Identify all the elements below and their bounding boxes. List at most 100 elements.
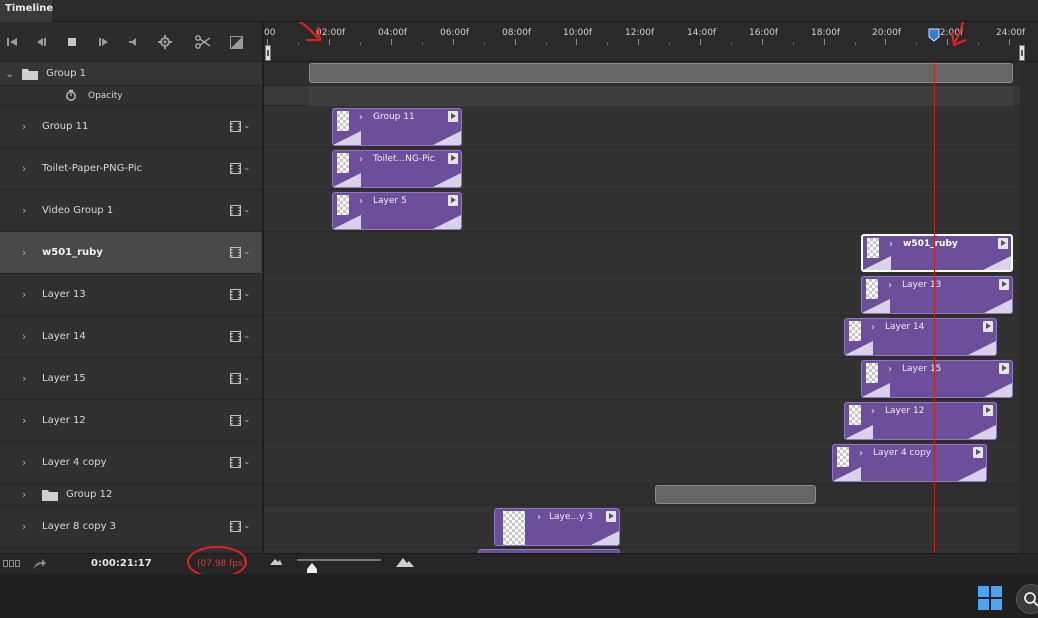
film-strip-icon[interactable] (230, 163, 241, 174)
video-clip[interactable]: › Laye...y 3 (494, 508, 620, 546)
chevron-right-icon[interactable]: › (859, 448, 863, 459)
play-triangle-icon[interactable] (983, 405, 993, 416)
play-triangle-icon[interactable] (448, 153, 458, 164)
fade-in-handle[interactable] (833, 467, 861, 481)
play-triangle-icon[interactable] (999, 363, 1009, 374)
fade-out-handle[interactable] (433, 173, 461, 187)
video-clip[interactable]: › Layer 4 copy (832, 444, 987, 482)
chevron-right-icon[interactable]: › (22, 204, 26, 217)
tab-timeline[interactable]: Timeline (0, 0, 53, 22)
go-to-first-frame-icon[interactable] (4, 34, 20, 50)
chevron-down-icon[interactable]: ⌄ (243, 415, 251, 425)
chevron-right-icon[interactable]: › (359, 196, 363, 207)
vertical-scrollbar[interactable] (1020, 62, 1038, 553)
film-strip-icon[interactable] (230, 415, 241, 426)
settings-gear-icon[interactable] (157, 34, 173, 50)
video-clip[interactable]: › Layer 13 (861, 276, 1013, 314)
film-strip-icon[interactable] (230, 121, 241, 132)
stopwatch-icon[interactable] (65, 89, 77, 104)
chevron-down-icon[interactable]: ⌄ (243, 373, 251, 383)
chevron-right-icon[interactable]: › (359, 154, 363, 165)
fade-in-handle[interactable] (333, 215, 361, 229)
fade-in-handle[interactable] (333, 173, 361, 187)
chevron-right-icon[interactable]: › (537, 512, 541, 523)
film-strip-icon[interactable] (230, 457, 241, 468)
zoom-out-mountain-icon[interactable] (270, 557, 282, 568)
play-triangle-icon[interactable] (448, 195, 458, 206)
film-strip-icon[interactable] (230, 289, 241, 300)
fade-in-handle[interactable] (333, 131, 361, 145)
video-clip[interactable]: › Layer 12 (844, 402, 997, 440)
fade-in-handle[interactable] (863, 256, 891, 270)
fade-in-handle[interactable] (845, 341, 873, 355)
time-ruler[interactable]: 00 02:00f 04:00f 06:00f 08:00f 10:00f 12… (264, 22, 1038, 62)
layer-row[interactable]: › Layer 8 copy 3 ⌄ (0, 506, 262, 548)
film-strip-icon[interactable] (230, 247, 241, 258)
group-1-bar[interactable] (309, 63, 1013, 83)
chevron-right-icon[interactable]: › (359, 112, 363, 123)
track-area[interactable]: › Group 11 › Toilet...NG-Pic › Layer 5 ›… (264, 62, 1020, 553)
play-triangle-icon[interactable] (448, 111, 458, 122)
layer-row-group-12[interactable]: › Group 12 (0, 484, 262, 506)
video-clip[interactable]: › Toilet...NG-Pic (332, 150, 462, 188)
chevron-down-icon[interactable]: ⌄ (243, 163, 251, 173)
chevron-right-icon[interactable]: › (871, 406, 875, 417)
chevron-right-icon[interactable]: › (22, 330, 26, 343)
chevron-right-icon[interactable]: › (22, 288, 26, 301)
chevron-down-icon[interactable]: ⌄ (243, 121, 251, 131)
property-row-opacity[interactable]: Opacity (0, 86, 262, 106)
layer-row[interactable]: › Layer 15 ⌄ (0, 358, 262, 400)
fade-in-handle[interactable] (862, 299, 890, 313)
chevron-right-icon[interactable]: › (22, 520, 26, 533)
video-clip[interactable]: › Group 11 (332, 108, 462, 146)
work-area-bar[interactable] (265, 45, 1025, 61)
next-frame-icon[interactable] (96, 34, 112, 50)
work-area-end-handle[interactable] (1019, 45, 1025, 61)
fade-in-handle[interactable] (862, 383, 890, 397)
chevron-right-icon[interactable]: › (22, 372, 26, 385)
film-strip-icon[interactable] (230, 205, 241, 216)
chevron-right-icon[interactable]: › (22, 414, 26, 427)
chevron-right-icon[interactable]: › (871, 322, 875, 333)
fade-out-handle[interactable] (983, 256, 1011, 270)
video-clip[interactable]: › Layer 15 (861, 360, 1013, 398)
layer-row[interactable]: › Toilet-Paper-PNG-Pic ⌄ (0, 148, 262, 190)
zoom-slider-track[interactable] (297, 559, 381, 561)
chevron-down-icon[interactable]: ⌄ (243, 205, 251, 215)
audio-speaker-icon[interactable] (125, 34, 141, 50)
chevron-down-icon[interactable]: ⌄ (243, 289, 251, 299)
split-at-playhead-scissors-icon[interactable] (195, 34, 211, 50)
taskbar-search-icon[interactable] (1016, 584, 1038, 614)
layer-row[interactable]: › Group 11 ⌄ (0, 106, 262, 148)
fade-out-handle[interactable] (958, 467, 986, 481)
layer-row[interactable]: › Layer 13 ⌄ (0, 274, 262, 316)
play-triangle-icon[interactable] (973, 447, 983, 458)
fade-out-handle[interactable] (433, 131, 461, 145)
stop-icon[interactable] (64, 34, 80, 50)
chevron-right-icon[interactable]: › (22, 246, 26, 259)
layer-row-selected[interactable]: › w501_ruby ⌄ (0, 232, 262, 274)
chevron-down-icon[interactable]: ⌄ (243, 247, 251, 257)
work-area-start-handle[interactable] (265, 45, 271, 61)
chevron-down-icon[interactable]: ⌄ (243, 457, 251, 467)
fade-out-handle[interactable] (984, 383, 1012, 397)
video-clip-selected[interactable]: › w501_ruby (861, 234, 1013, 272)
play-triangle-icon[interactable] (999, 279, 1009, 290)
fade-out-handle[interactable] (433, 215, 461, 229)
layer-row[interactable]: › Layer 14 ⌄ (0, 316, 262, 358)
chevron-right-icon[interactable]: › (22, 162, 26, 175)
chevron-right-icon[interactable]: › (888, 280, 892, 291)
film-strip-icon[interactable] (230, 521, 241, 532)
current-timecode[interactable]: 0:00:21:17 (91, 558, 152, 569)
fade-out-handle[interactable] (591, 531, 619, 545)
chevron-right-icon[interactable]: › (22, 456, 26, 469)
chevron-right-icon[interactable]: › (889, 239, 893, 250)
chevron-down-icon[interactable]: ⌄ (243, 331, 251, 341)
fade-out-handle[interactable] (968, 341, 996, 355)
group-12-bar[interactable] (655, 485, 816, 504)
previous-frame-icon[interactable] (33, 34, 49, 50)
fade-out-handle[interactable] (968, 425, 996, 439)
transition-icon[interactable] (228, 34, 244, 50)
film-strip-icon[interactable] (230, 373, 241, 384)
zoom-slider-thumb[interactable] (307, 563, 317, 573)
